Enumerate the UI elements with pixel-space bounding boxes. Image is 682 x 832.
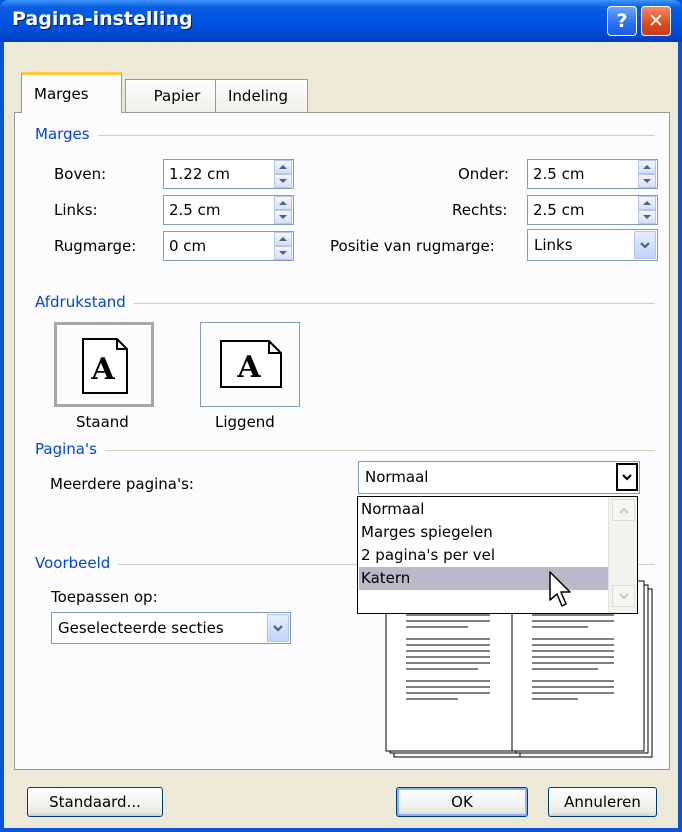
tab-indeling[interactable]: Indeling — [215, 79, 308, 112]
tab-papier[interactable]: Papier — [125, 79, 229, 112]
group-divider — [35, 450, 655, 451]
list-item[interactable]: Normaal — [359, 498, 608, 521]
portrait-label: Staand — [76, 413, 129, 431]
spin-up-icon[interactable] — [638, 160, 656, 174]
spin-up-icon[interactable] — [274, 232, 292, 246]
spin-down-icon[interactable] — [638, 174, 656, 188]
multiple-pages-dropdown-list[interactable]: Normaal Marges spiegelen 2 pagina's per … — [357, 496, 638, 614]
right-margin-label: Rechts: — [452, 201, 508, 219]
gutter-position-value: Links — [534, 236, 573, 254]
top-margin-label: Boven: — [54, 165, 107, 183]
dialog-body: Marges Papier Indeling Marges Boven: 1.2… — [4, 42, 678, 828]
gutter-value: 0 cm — [169, 237, 207, 255]
spin-up-icon[interactable] — [274, 196, 292, 210]
spin-buttons[interactable] — [274, 196, 292, 224]
group-divider — [35, 135, 655, 136]
bottom-margin-value: 2.5 cm — [533, 165, 585, 183]
cancel-button[interactable]: Annuleren — [548, 787, 657, 817]
apply-to-select[interactable]: Geselecteerde secties — [51, 612, 291, 644]
default-button[interactable]: Standaard... — [27, 787, 163, 817]
gutter-label: Rugmarge: — [54, 237, 137, 255]
bottom-margin-label: Onder: — [458, 165, 510, 183]
spin-down-icon[interactable] — [638, 210, 656, 224]
ok-button-label: OK — [451, 793, 473, 811]
right-margin-stepper[interactable]: 2.5 cm — [527, 195, 658, 225]
tab-label: Papier — [153, 87, 201, 105]
help-button[interactable]: ? — [607, 6, 637, 36]
right-margin-value: 2.5 cm — [533, 201, 585, 219]
tab-marges[interactable]: Marges — [21, 72, 122, 113]
close-icon: ✕ — [648, 10, 664, 32]
ok-button[interactable]: OK — [396, 787, 528, 817]
chevron-down-icon[interactable] — [267, 614, 289, 642]
dropdown-scrollbar[interactable] — [608, 497, 637, 613]
spin-up-icon[interactable] — [274, 160, 292, 174]
gutter-position-label: Positie van rugmarge: — [330, 237, 495, 255]
spin-buttons[interactable] — [274, 232, 292, 260]
spin-down-icon[interactable] — [274, 246, 292, 260]
tab-label: Indeling — [228, 87, 289, 105]
top-margin-stepper[interactable]: 1.22 cm — [163, 159, 294, 189]
chevron-down-icon[interactable] — [634, 231, 656, 259]
tab-panel-marges: Marges Boven: 1.22 cm Onder: 2.5 cm Link… — [14, 112, 670, 770]
bottom-margin-stepper[interactable]: 2.5 cm — [527, 159, 658, 189]
chevron-down-icon[interactable] — [616, 463, 638, 491]
spin-buttons[interactable] — [638, 160, 656, 188]
landscape-label: Liggend — [215, 413, 275, 431]
svg-text:A: A — [90, 352, 115, 387]
apply-to-label: Toepassen op: — [51, 588, 158, 606]
multiple-pages-label: Meerdere pagina's: — [50, 475, 194, 493]
multiple-pages-select[interactable]: Normaal — [358, 461, 640, 494]
list-item[interactable]: 2 pagina's per vel — [359, 544, 608, 567]
spin-down-icon[interactable] — [274, 210, 292, 224]
left-margin-stepper[interactable]: 2.5 cm — [163, 195, 294, 225]
tab-label: Marges — [34, 85, 89, 103]
group-label-voorbeeld: Voorbeeld — [35, 554, 119, 572]
left-margin-label: Links: — [54, 201, 98, 219]
group-label-marges: Marges — [35, 125, 98, 143]
default-button-label: Standaard... — [49, 793, 141, 811]
close-button[interactable]: ✕ — [641, 6, 671, 36]
multiple-pages-value: Normaal — [365, 468, 429, 486]
left-margin-value: 2.5 cm — [169, 201, 221, 219]
landscape-page-icon: A — [220, 340, 282, 388]
cancel-button-label: Annuleren — [564, 793, 641, 811]
help-icon: ? — [616, 10, 628, 32]
mouse-pointer-icon — [549, 571, 571, 607]
landscape-option[interactable]: A — [200, 322, 300, 407]
group-label-paginas: Pagina's — [35, 440, 105, 458]
gutter-position-select[interactable]: Links — [527, 229, 658, 261]
spin-buttons[interactable] — [274, 160, 292, 188]
portrait-page-icon: A — [82, 338, 128, 394]
spin-buttons[interactable] — [638, 196, 656, 224]
spin-down-icon[interactable] — [274, 174, 292, 188]
scroll-down-icon[interactable] — [612, 585, 635, 607]
gutter-stepper[interactable]: 0 cm — [163, 231, 294, 261]
svg-text:A: A — [236, 350, 261, 385]
window-title: Pagina-instelling — [12, 8, 193, 30]
spin-up-icon[interactable] — [638, 196, 656, 210]
apply-to-value: Geselecteerde secties — [58, 619, 224, 637]
title-bar[interactable]: Pagina-instelling ? ✕ — [0, 0, 682, 42]
scroll-up-icon[interactable] — [612, 499, 635, 521]
top-margin-value: 1.22 cm — [169, 165, 231, 183]
list-item[interactable]: Marges spiegelen — [359, 521, 608, 544]
portrait-option[interactable]: A — [54, 322, 154, 407]
group-label-afdrukstand: Afdrukstand — [35, 293, 134, 311]
page-setup-dialog: Pagina-instelling ? ✕ Marges Papier Inde… — [0, 0, 682, 832]
